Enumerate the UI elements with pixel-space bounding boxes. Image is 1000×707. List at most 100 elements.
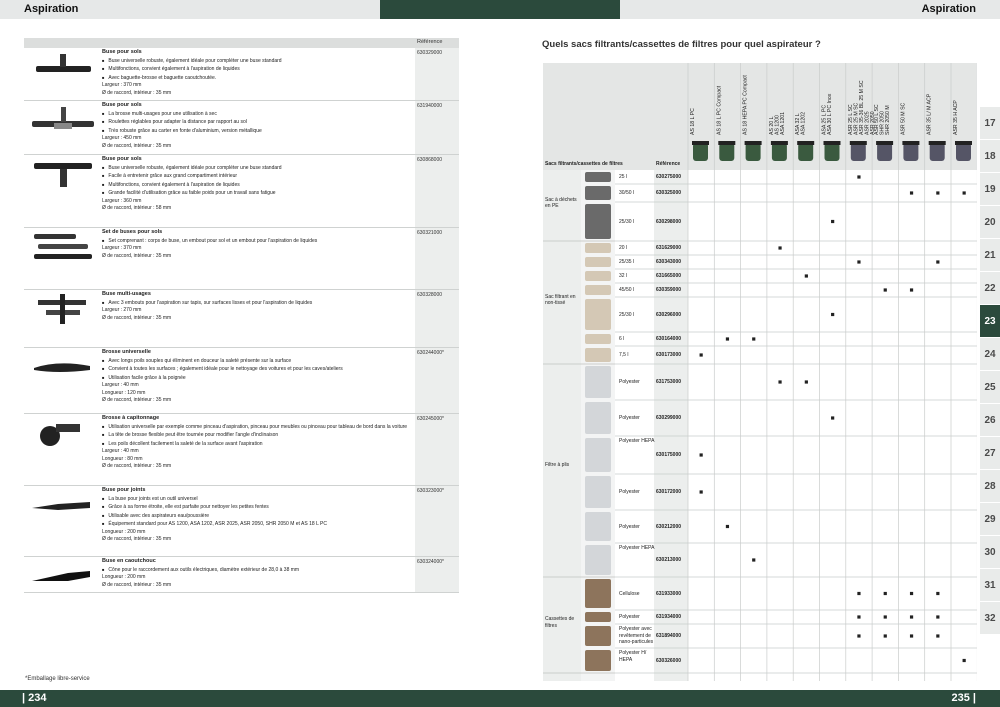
product-info: Brosse à capitonnage Utilisation universe… <box>102 415 412 471</box>
product-spec: Largeur : 40 mm <box>102 382 139 388</box>
compat-mark <box>909 191 914 195</box>
product-reference: 630323000* <box>415 486 459 556</box>
product-feature: Buse universelle robuste, également idéa… <box>102 164 412 173</box>
product-spec: Ø de raccord, intérieur : 35 mm <box>102 89 172 96</box>
group-column-bg <box>543 170 581 681</box>
vacuum-icon <box>718 141 736 161</box>
compat-mark <box>883 634 887 638</box>
page-tab-21[interactable]: 21 <box>980 239 1000 272</box>
page-tab-22[interactable]: 22 <box>980 272 1000 305</box>
filter-image <box>585 172 611 182</box>
group-label: Sac à déchets en PE <box>545 196 577 210</box>
row-label: Polyester <box>619 415 640 421</box>
page-tab-19[interactable]: 19 <box>980 173 1000 206</box>
page-tab-24[interactable]: 24 <box>980 338 1000 371</box>
product-title: Set de buses pour sols <box>102 229 163 235</box>
filter-image <box>585 186 611 200</box>
product-feature: Utilisable avec des aspirateurs eau/pous… <box>102 512 412 521</box>
machine-label: SHR 2050 M <box>885 105 891 135</box>
product-spec: Largeur : 270 mm <box>102 307 142 313</box>
page-tab-32[interactable]: 32 <box>980 602 1000 635</box>
page-tab-26[interactable]: 26 <box>980 404 1000 437</box>
product-feature: Facile à entretenir grâce aux grand comp… <box>102 172 412 181</box>
product-spec: Largeur : 370 mm <box>102 82 142 88</box>
product-spec: Longueur : 200 mm <box>102 528 146 535</box>
compat-mark <box>883 288 887 292</box>
compat-mark <box>909 634 914 638</box>
product-feature: La buse pour joints est un outil univers… <box>102 495 412 504</box>
compat-mark <box>752 337 756 341</box>
product-row: Brosse à capitonnage Utilisation universe… <box>24 414 459 486</box>
machine-label: AS 18 L PC Compact <box>716 85 722 135</box>
product-spec: Ø de raccord, intérieur : 58 mm <box>102 205 172 211</box>
compat-mark <box>857 175 861 179</box>
compat-mark <box>857 260 861 264</box>
product-feature: Avec baguette-brosse et baguette caoutch… <box>102 74 412 83</box>
page-tab-28[interactable]: 28 <box>980 470 1000 503</box>
header-right-title: Aspiration <box>921 3 976 15</box>
row-reference: 631894000 <box>656 633 682 639</box>
product-spec: Longueur : 120 mm <box>102 389 146 396</box>
compat-mark <box>725 337 730 341</box>
compat-mark <box>752 558 756 562</box>
row-reference: 630164000 <box>656 336 682 342</box>
page-tab-30[interactable]: 30 <box>980 536 1000 569</box>
page-tab-20[interactable]: 20 <box>980 206 1000 239</box>
page-tab-23[interactable]: 23 <box>980 305 1000 338</box>
product-title: Brosse à capitonnage <box>102 415 160 421</box>
filter-image <box>585 243 611 253</box>
product-row: Buse pour sols La brosse multi-usages pou… <box>24 101 459 155</box>
compat-mark <box>831 312 835 317</box>
row-label: 25/30 l <box>619 218 635 225</box>
machine-label: ASR 50 M SC <box>900 102 906 135</box>
compat-mark <box>936 260 940 264</box>
product-feature: Roulettes réglables pour adapter la dist… <box>102 118 412 127</box>
filter-image <box>585 512 611 541</box>
compat-mark <box>831 416 835 420</box>
vacuum-icon <box>823 141 841 161</box>
product-info: Buse en caoutchouc Cône pour le raccordem… <box>102 558 412 589</box>
product-feature: Set comprenant : corps de buse, un embou… <box>102 237 412 246</box>
product-feature: Convient à toutes les surfaces ; égaleme… <box>102 365 412 374</box>
compat-mark <box>804 380 808 384</box>
row-label: Polyester <box>619 379 640 385</box>
compat-mark <box>857 615 861 619</box>
page-tab-29[interactable]: 29 <box>980 503 1000 536</box>
product-title: Buse pour joints <box>102 487 146 493</box>
page-tab-27[interactable]: 27 <box>980 437 1000 470</box>
product-feature: Buse universelle robuste, également idéa… <box>102 57 412 66</box>
row-label: 32 l <box>619 273 628 279</box>
vacuum-icon <box>928 141 946 161</box>
row-label: 7,5 l <box>619 352 629 358</box>
row-reference: 630359000 <box>656 287 682 293</box>
compat-mark <box>936 591 940 596</box>
product-info: Set de buses pour sols Set comprenant : c… <box>102 229 412 260</box>
product-row: Buse pour sols Buse universelle robuste, … <box>24 48 459 101</box>
product-reference: 630329000 <box>415 48 459 100</box>
row-reference: 630213000 <box>656 557 682 563</box>
row-label: Cellulose <box>619 590 640 597</box>
product-reference: 630245000* <box>415 414 459 485</box>
filter-image <box>585 334 611 344</box>
product-info: Buse pour sols Buse universelle robuste, … <box>102 156 412 213</box>
row-reference: 631753000 <box>656 379 682 385</box>
vacuum-icon <box>744 141 762 161</box>
page-tab-31[interactable]: 31 <box>980 569 1000 602</box>
compat-mark <box>962 658 966 663</box>
machine-label: AS 18 L PC <box>690 108 696 135</box>
page-tab-17[interactable]: 17 <box>980 107 1000 140</box>
row-label: Polyester avec revêtement de nano-partic… <box>619 626 654 645</box>
product-feature: La tête de brosse flexible peut être tou… <box>102 431 412 440</box>
page-tab-25[interactable]: 25 <box>980 371 1000 404</box>
filter-image <box>585 612 611 622</box>
row-label: 30/50 l <box>619 190 635 196</box>
product-info: Buse pour joints La buse pour joints est … <box>102 487 412 544</box>
page-tab-18[interactable]: 18 <box>980 140 1000 173</box>
header-left-title: Aspiration <box>24 3 79 15</box>
row-reference: 630275000 <box>656 174 682 180</box>
product-feature: Équipement standard pour AS 1200, ASA 12… <box>102 520 412 529</box>
product-title: Buse pour sols <box>102 156 142 162</box>
product-image <box>28 159 98 189</box>
row-label: Polyester H/ HEPA <box>619 650 647 663</box>
filter-image <box>585 438 611 472</box>
